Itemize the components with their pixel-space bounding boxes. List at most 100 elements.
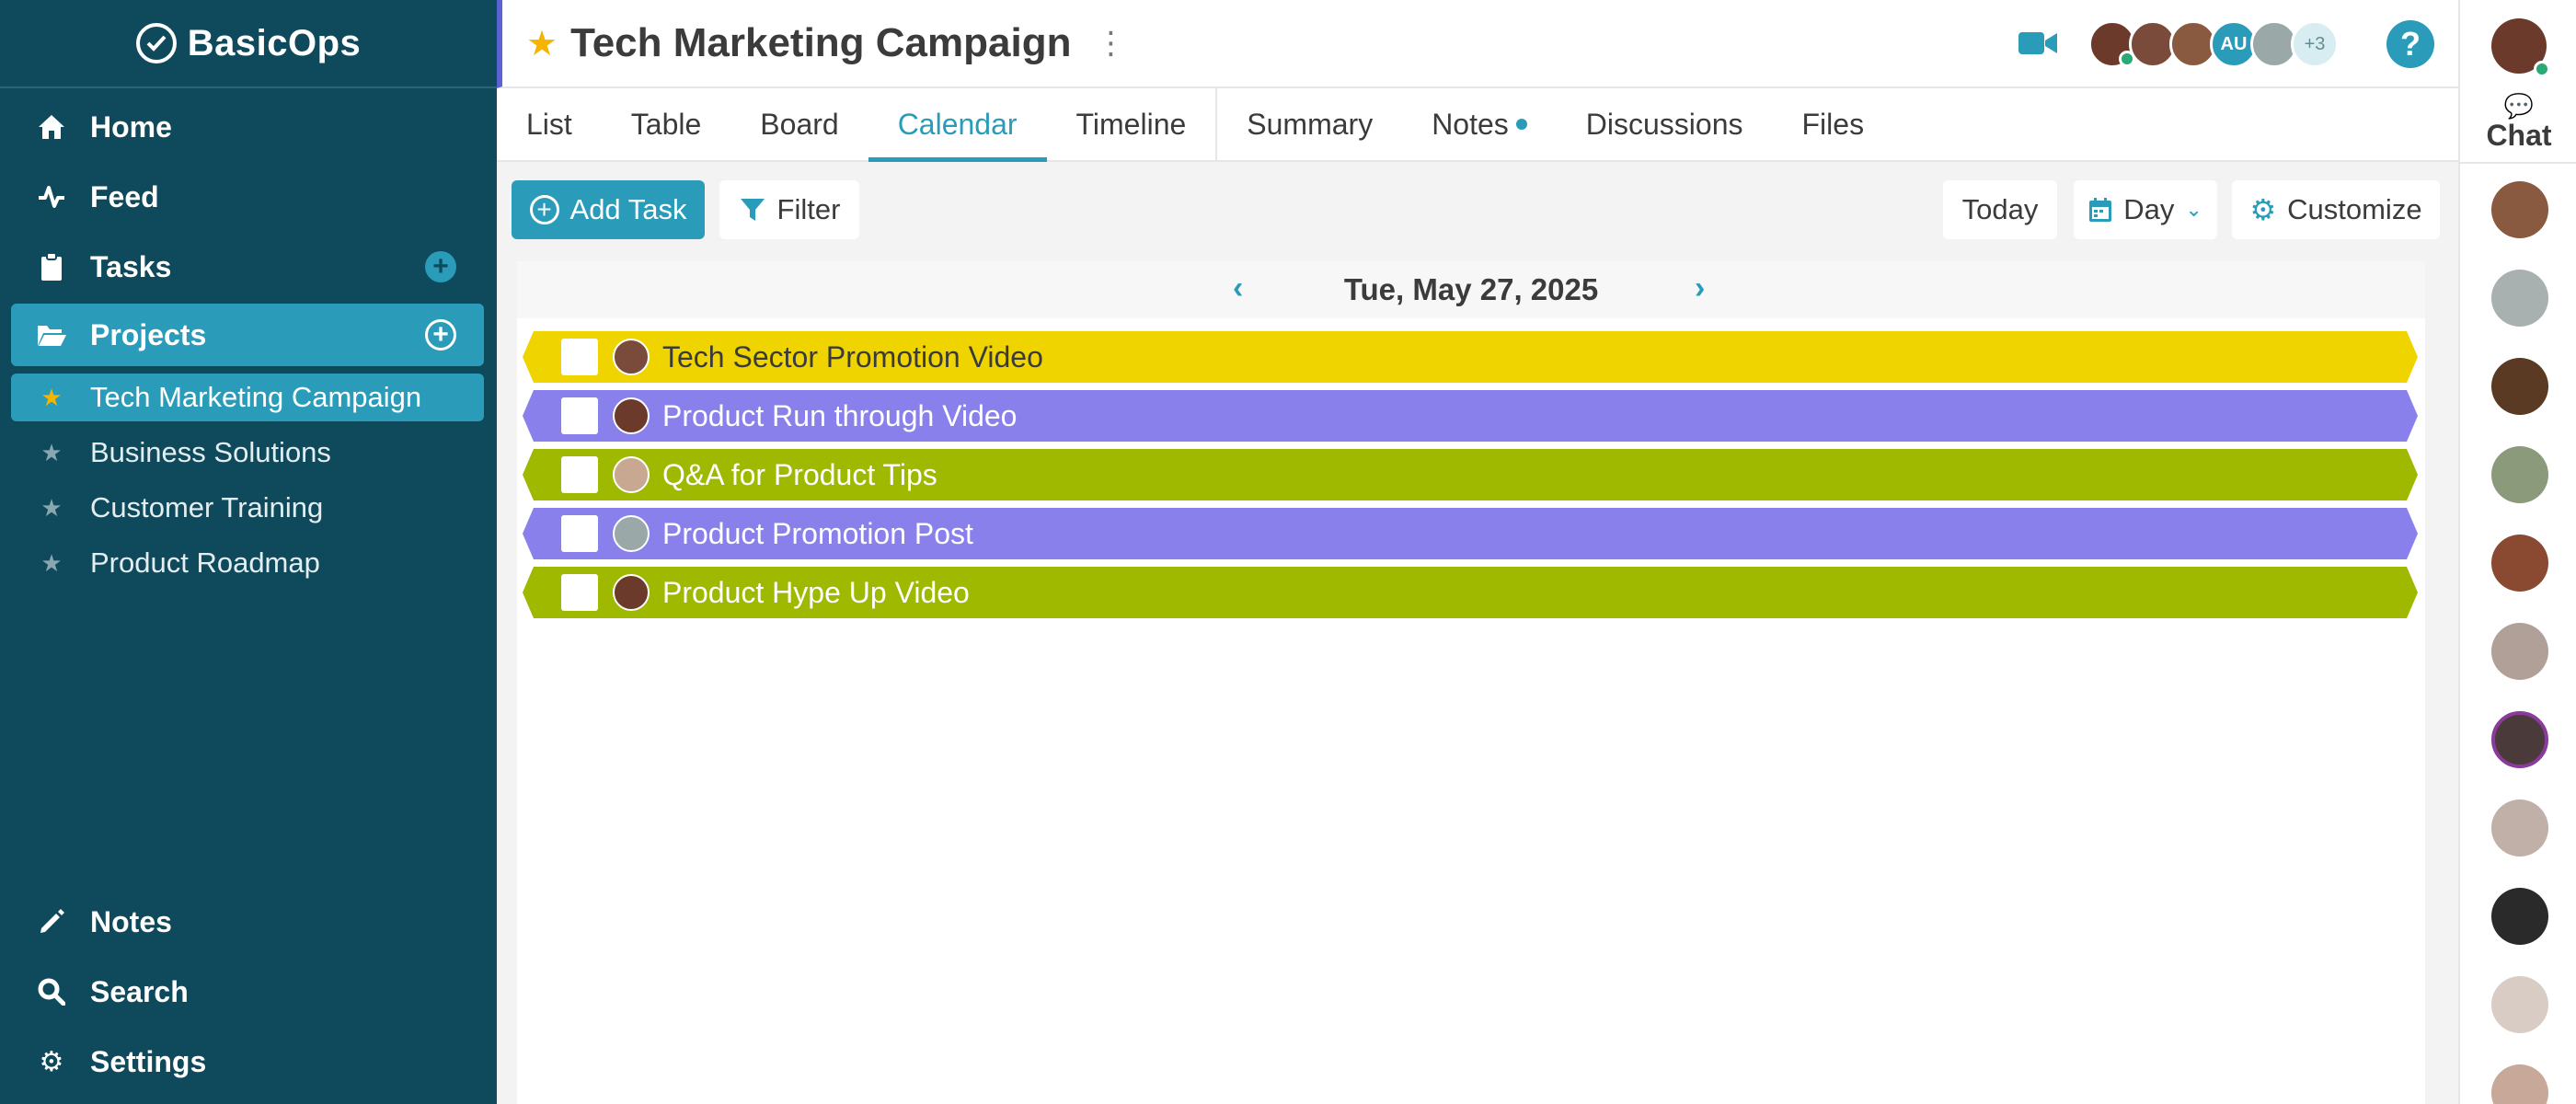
nav-search[interactable]: Search xyxy=(11,960,484,1023)
task-checkbox[interactable] xyxy=(561,397,598,434)
check-circle-logo-icon xyxy=(135,23,177,63)
favorite-star-icon[interactable]: ★ xyxy=(526,23,558,64)
chat-contact-avatar[interactable] xyxy=(2491,888,2548,945)
project-label: Customer Training xyxy=(90,491,324,523)
more-options-icon[interactable]: ⋮ xyxy=(1095,25,1126,62)
star-icon[interactable]: ★ xyxy=(35,384,68,412)
nav-home-label: Home xyxy=(90,109,172,144)
chat-contact-avatar[interactable] xyxy=(2491,535,2548,592)
star-icon[interactable]: ★ xyxy=(35,549,68,578)
project-product-roadmap[interactable]: ★ Product Roadmap xyxy=(11,539,484,587)
add-project-plus-icon[interactable]: + xyxy=(425,319,456,351)
nav-notes-label: Notes xyxy=(90,904,172,938)
chat-contact-avatar[interactable] xyxy=(2491,1064,2548,1104)
project-label: Product Roadmap xyxy=(90,546,320,579)
tab-notes[interactable]: Notes xyxy=(1402,88,1557,160)
view-tabs: List Table Board Calendar Timeline Summa… xyxy=(497,88,2458,162)
task-bar[interactable]: Tech Sector Promotion Video xyxy=(523,331,2418,383)
project-header: ★ Tech Marketing Campaign ⋮ AU +3 ? xyxy=(497,0,2458,88)
chat-contact-avatar[interactable] xyxy=(2491,976,2548,1033)
add-task-plus-icon[interactable]: + xyxy=(425,251,456,282)
tab-label: Table xyxy=(630,107,702,141)
today-button[interactable]: Today xyxy=(1943,180,2057,239)
assignee-avatar[interactable] xyxy=(613,456,650,493)
tab-files[interactable]: Files xyxy=(1773,88,1894,160)
task-bar[interactable]: Product Hype Up Video xyxy=(523,567,2418,618)
nav-feed[interactable]: Feed xyxy=(11,166,484,228)
tab-label: Notes xyxy=(1432,107,1509,141)
tab-label: Discussions xyxy=(1585,107,1743,141)
calendar-icon xyxy=(2089,198,2112,222)
more-members-count: +3 xyxy=(2304,33,2326,54)
tab-label: Board xyxy=(760,107,839,141)
star-icon[interactable]: ★ xyxy=(35,494,68,523)
project-customer-training[interactable]: ★ Customer Training xyxy=(11,484,484,532)
today-label: Today xyxy=(1961,193,2039,225)
tab-label: List xyxy=(526,107,572,141)
assignee-avatar[interactable] xyxy=(613,574,650,611)
assignee-avatar[interactable] xyxy=(613,397,650,434)
search-icon xyxy=(35,978,68,1006)
tab-calendar[interactable]: Calendar xyxy=(868,88,1047,162)
nav-search-label: Search xyxy=(90,974,189,1008)
activity-icon xyxy=(35,184,68,210)
add-task-button[interactable]: + Add Task xyxy=(512,180,705,239)
tab-board[interactable]: Board xyxy=(730,88,868,160)
tab-summary[interactable]: Summary xyxy=(1217,88,1402,160)
pencil-icon xyxy=(35,908,68,936)
task-checkbox[interactable] xyxy=(561,574,598,611)
tab-table[interactable]: Table xyxy=(602,88,731,160)
nav-settings[interactable]: ⚙ Settings xyxy=(11,1030,484,1093)
filter-icon xyxy=(740,199,765,221)
chat-contact-avatar[interactable] xyxy=(2491,711,2548,768)
add-task-label: Add Task xyxy=(569,193,687,225)
customize-button[interactable]: ⚙ Customize xyxy=(2232,180,2440,239)
task-bar[interactable]: Product Run through Video xyxy=(523,390,2418,442)
tab-timeline[interactable]: Timeline xyxy=(1047,88,1216,160)
app-name: BasicOps xyxy=(187,22,362,63)
my-avatar[interactable] xyxy=(2491,18,2550,77)
nav-projects[interactable]: Projects + xyxy=(11,304,484,366)
chevron-down-icon: ⌄ xyxy=(2185,198,2202,221)
more-members-badge[interactable]: +3 xyxy=(2291,20,2339,68)
chat-contact-avatar[interactable] xyxy=(2491,181,2548,238)
project-tech-marketing-campaign[interactable]: ★ Tech Marketing Campaign xyxy=(11,374,484,421)
task-checkbox[interactable] xyxy=(561,339,598,375)
task-bar[interactable]: Product Promotion Post xyxy=(523,508,2418,559)
chat-contact-avatar[interactable] xyxy=(2491,358,2548,415)
app-logo[interactable]: BasicOps xyxy=(0,0,497,88)
project-business-solutions[interactable]: ★ Business Solutions xyxy=(11,429,484,477)
view-mode-dropdown[interactable]: Day ⌄ xyxy=(2074,180,2217,239)
chevron-left-icon[interactable]: ‹ xyxy=(1233,270,1243,306)
assignee-avatar[interactable] xyxy=(613,515,650,552)
tab-list[interactable]: List xyxy=(497,88,602,160)
chat-contact-avatar[interactable] xyxy=(2491,623,2548,680)
nav-notes[interactable]: Notes xyxy=(11,891,484,953)
chat-rail: 💬 Chat xyxy=(2458,0,2576,1104)
chat-header[interactable]: 💬 Chat xyxy=(2460,92,2576,153)
task-checkbox[interactable] xyxy=(561,456,598,493)
nav-home[interactable]: Home xyxy=(11,96,484,158)
task-checkbox[interactable] xyxy=(561,515,598,552)
chat-contact-avatar[interactable] xyxy=(2491,270,2548,327)
chat-bubbles-icon: 💬 xyxy=(2503,92,2535,120)
chevron-right-icon[interactable]: › xyxy=(1695,270,1705,306)
filter-button[interactable]: Filter xyxy=(719,180,859,239)
assignee-avatar[interactable] xyxy=(613,339,650,375)
project-members[interactable]: AU +3 xyxy=(2088,20,2339,68)
task-name: Product Run through Video xyxy=(662,398,1018,432)
project-label: Tech Marketing Campaign xyxy=(90,381,422,413)
customize-label: Customize xyxy=(2287,193,2422,225)
task-bar[interactable]: Q&A for Product Tips xyxy=(523,449,2418,500)
chat-contact-avatar[interactable] xyxy=(2491,446,2548,503)
filter-label: Filter xyxy=(776,193,841,225)
calendar-view: + Add Task Filter Today Day ⌄ ⚙ Customiz… xyxy=(497,162,2458,1104)
nav-tasks-label: Tasks xyxy=(90,249,172,283)
nav-tasks[interactable]: Tasks + xyxy=(11,236,484,298)
star-icon[interactable]: ★ xyxy=(35,439,68,467)
video-call-icon[interactable] xyxy=(2018,29,2057,57)
tab-discussions[interactable]: Discussions xyxy=(1557,88,1773,160)
help-icon[interactable]: ? xyxy=(2386,20,2434,68)
sidebar: BasicOps Home Feed Tasks + Projects + ★ … xyxy=(0,0,497,1104)
chat-contact-avatar[interactable] xyxy=(2491,799,2548,857)
